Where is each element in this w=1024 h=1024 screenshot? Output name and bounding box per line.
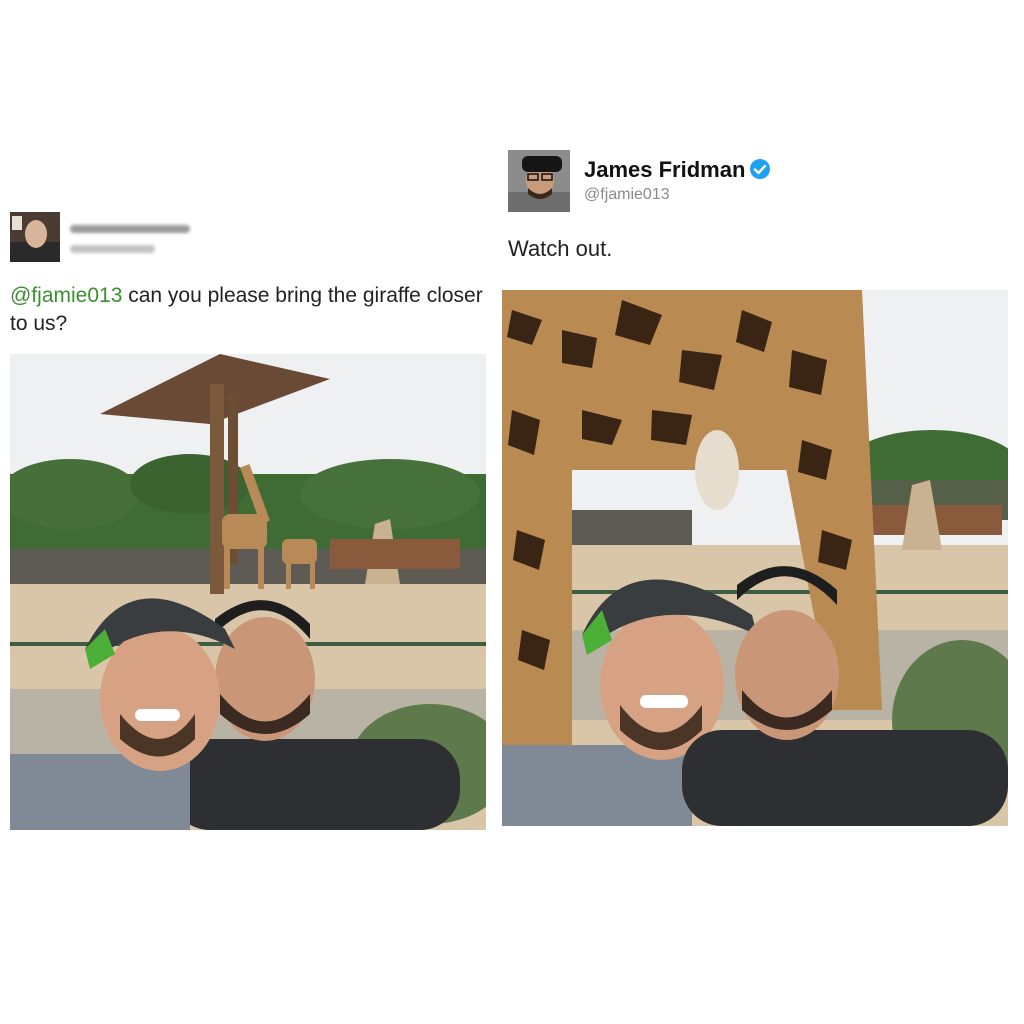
right-tweet-text: Watch out.	[508, 236, 613, 261]
james-fridman-avatar[interactable]	[508, 150, 570, 212]
redacted-handle	[70, 245, 155, 253]
left-tweet-photo[interactable]	[10, 354, 486, 830]
redacted-username	[70, 225, 190, 233]
user-avatar[interactable]	[10, 212, 60, 262]
user-handle[interactable]: @fjamie013	[584, 186, 670, 204]
verified-badge-icon	[749, 158, 771, 180]
display-name-text: James Fridman	[584, 157, 746, 182]
display-name[interactable]: James Fridman	[584, 157, 771, 183]
mention-link[interactable]: @fjamie013	[10, 284, 122, 307]
right-tweet-photo[interactable]	[502, 290, 1008, 826]
left-tweet-text: @fjamie013 can you please bring the gira…	[10, 282, 486, 338]
